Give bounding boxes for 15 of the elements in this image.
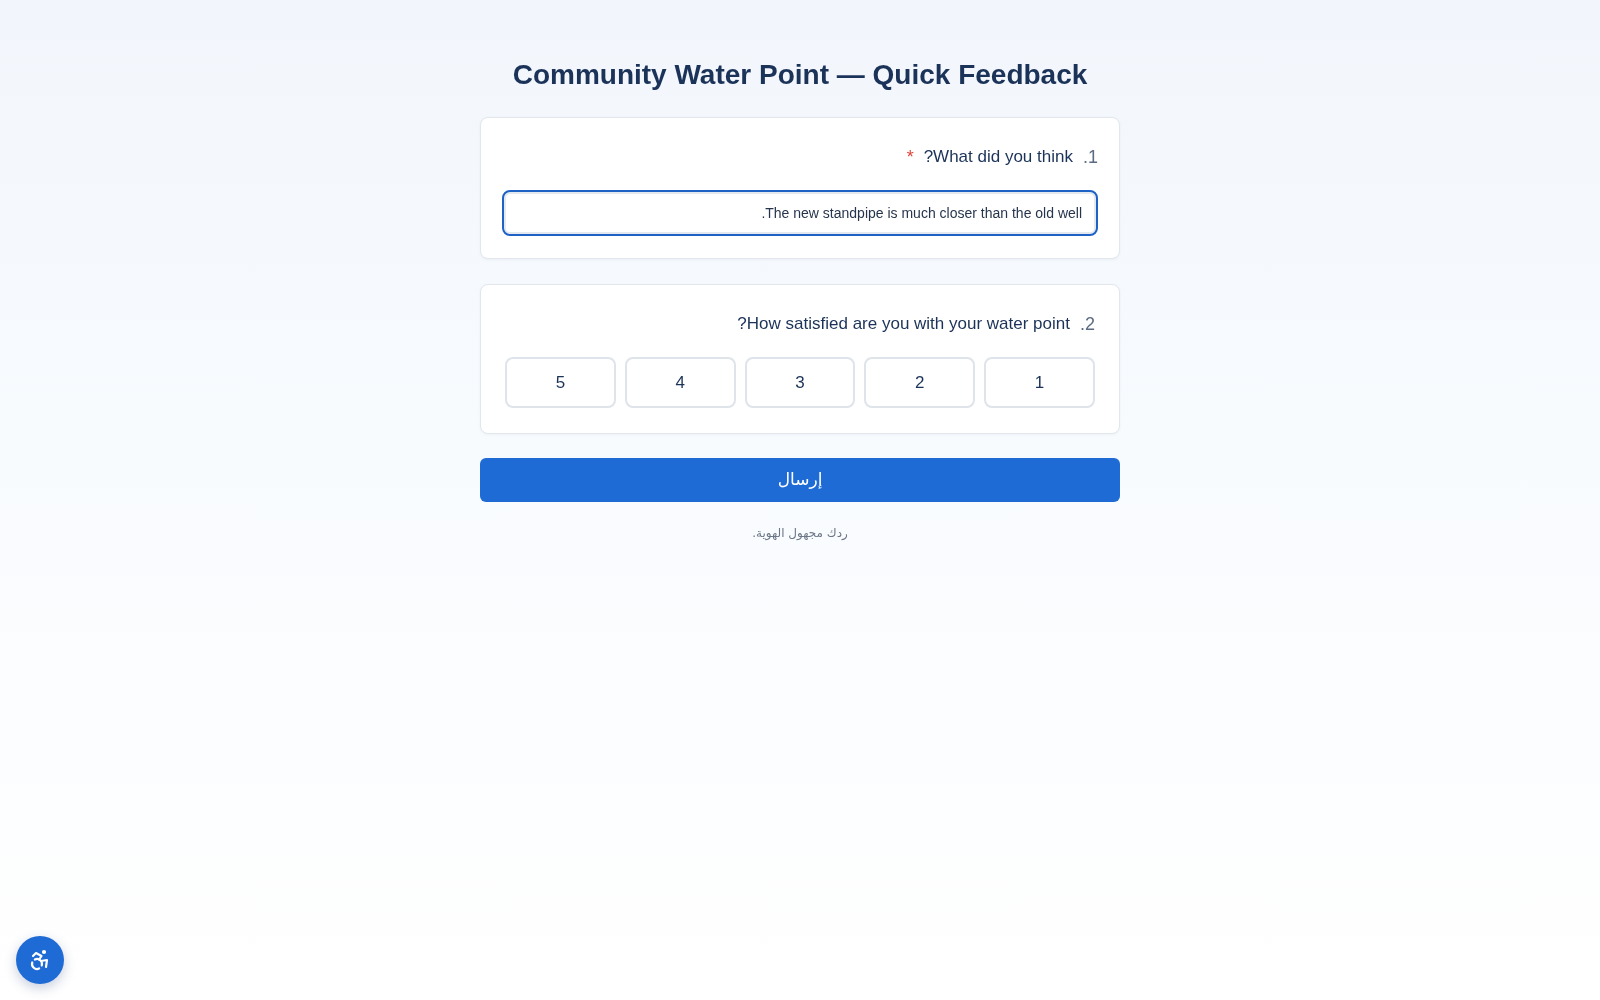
page-title: Community Water Point — Quick Feedback	[512, 58, 1088, 92]
footer-note: ردك مجهول الهوية.	[752, 525, 848, 542]
rating-option[interactable]: 1	[984, 357, 1095, 408]
rating-option[interactable]: 4	[624, 357, 736, 408]
rating-option[interactable]: 5	[505, 357, 616, 408]
question-number: 1.	[1082, 146, 1098, 169]
rating-option[interactable]: 2	[864, 357, 976, 408]
question-number: 2.	[1079, 313, 1095, 336]
question-label: How satisfied are you with your water point?	[737, 313, 1070, 335]
question-label: What did you think?	[923, 146, 1073, 168]
answer-field[interactable]: The new standpipe is much closer than the old well.	[502, 190, 1098, 236]
accessibility-button[interactable]	[16, 936, 64, 984]
submit-button[interactable]: إرسال	[480, 458, 1120, 502]
required-mark: *	[906, 146, 914, 169]
rating-option[interactable]: 3	[744, 357, 856, 408]
